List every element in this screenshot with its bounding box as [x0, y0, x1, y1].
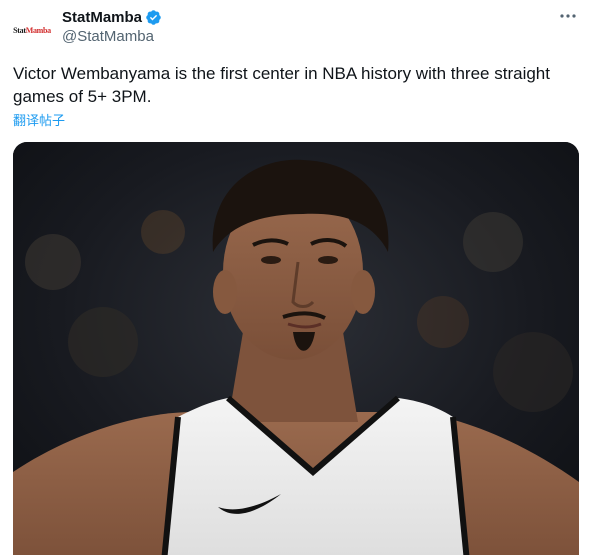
- display-name[interactable]: StatMamba: [62, 9, 142, 26]
- avatar-logo-part2: Mamba: [25, 25, 51, 35]
- player-photo: [13, 142, 579, 555]
- translate-post-link[interactable]: 翻译帖子: [13, 110, 65, 129]
- verified-badge-icon: [146, 9, 161, 25]
- author-name-row[interactable]: StatMamba: [62, 7, 162, 27]
- avatar-logo-part1: Stat: [13, 25, 26, 35]
- tweet-card[interactable]: StatMamba StatMamba @StatMamba Victor We…: [0, 0, 598, 555]
- avatar-logo: StatMamba: [13, 26, 51, 35]
- tweet-text: Victor Wembanyama is the first center in…: [13, 64, 550, 106]
- more-horizontal-icon[interactable]: [558, 6, 578, 26]
- avatar[interactable]: StatMamba: [12, 10, 52, 50]
- author-handle[interactable]: @StatMamba: [62, 28, 154, 45]
- tweet-media-photo[interactable]: [13, 142, 579, 555]
